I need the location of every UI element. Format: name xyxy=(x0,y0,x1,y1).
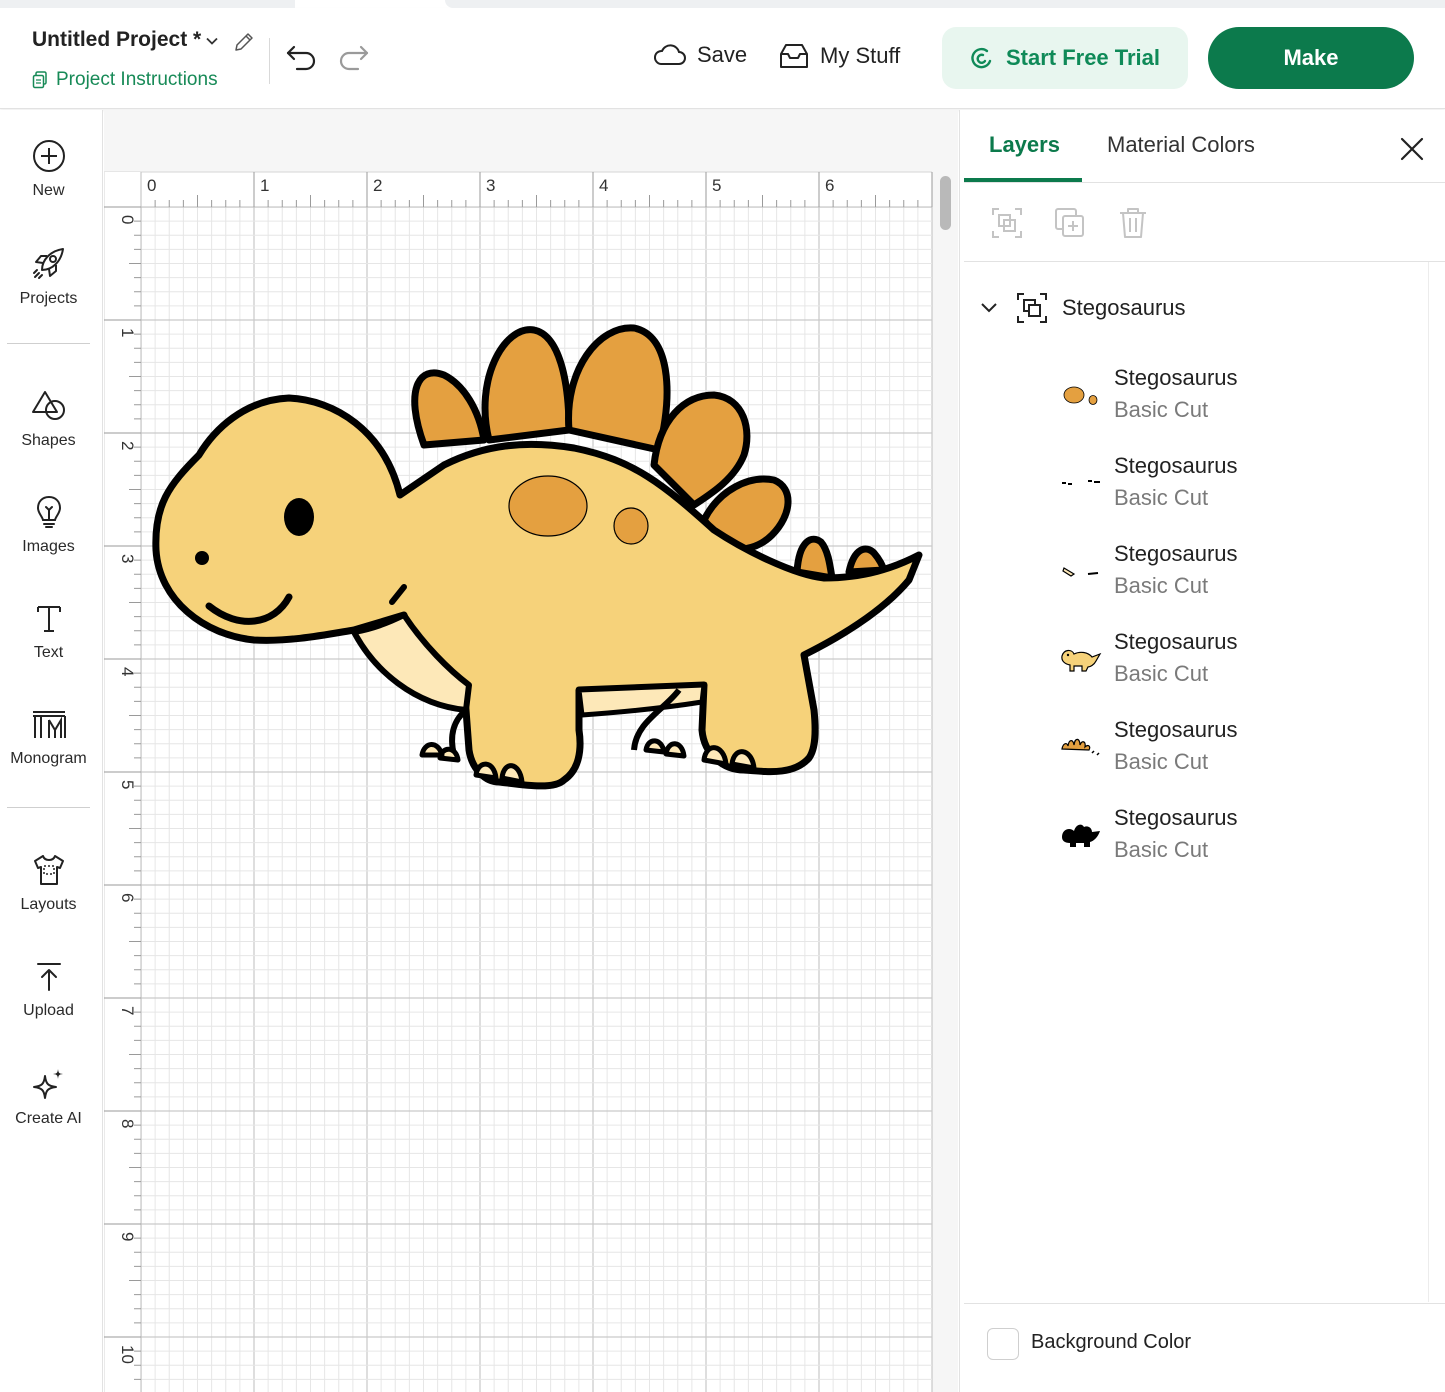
sidebar-item-label: Upload xyxy=(23,1002,74,1019)
canvas-vertical-scrollbar[interactable] xyxy=(940,176,951,230)
plus-circle-icon xyxy=(32,140,65,172)
sidebar-item-label: Layouts xyxy=(20,896,77,913)
trash-icon[interactable] xyxy=(1116,206,1150,240)
tshirt-icon xyxy=(33,855,64,885)
tab-layers[interactable]: Layers xyxy=(989,132,1060,158)
sidebar-item-projects[interactable]: Projects xyxy=(0,244,97,308)
my-stuff-button[interactable]: My Stuff xyxy=(778,42,900,70)
chevron-down-icon[interactable] xyxy=(204,33,220,49)
sidebar-item-new[interactable]: New xyxy=(0,138,97,200)
tabs-divider xyxy=(964,182,1445,183)
save-label: Save xyxy=(697,42,748,67)
background-color-label: Background Color xyxy=(1031,1331,1192,1353)
sparkle-icon xyxy=(32,1069,63,1099)
top-toolbar: Untitled Project * Project Instructions … xyxy=(0,8,1445,109)
project-instructions-link[interactable]: Project Instructions xyxy=(32,69,218,91)
redo-icon[interactable] xyxy=(336,41,370,71)
stegosaurus-artwork[interactable] xyxy=(104,110,958,1392)
duplicate-icon[interactable] xyxy=(1053,206,1087,240)
rocket-icon xyxy=(32,248,64,279)
start-free-trial-button[interactable]: Start Free Trial xyxy=(942,27,1188,89)
make-button[interactable]: Make xyxy=(1208,27,1414,89)
save-button[interactable]: Save xyxy=(653,42,747,68)
sidebar-divider xyxy=(7,807,90,808)
document-copy-icon xyxy=(32,71,47,89)
cloud-icon xyxy=(654,44,686,65)
sidebar-item-label: Projects xyxy=(19,290,78,307)
layers-panel: Layers Material Colors Stegosaurus Stego… xyxy=(959,110,1445,1392)
sidebar-item-create-ai[interactable]: Create AI xyxy=(0,1066,97,1128)
layer-operation: Basic Cut xyxy=(1114,485,1209,510)
sidebar-item-upload[interactable]: Upload xyxy=(0,960,97,1020)
background-color-swatch[interactable] xyxy=(987,1328,1019,1360)
left-sidebar: New Projects Shapes Images Text Monogram… xyxy=(0,110,103,1392)
layer-operation: Basic Cut xyxy=(1114,573,1209,598)
group-icon xyxy=(1017,293,1047,323)
sidebar-divider xyxy=(7,343,90,344)
layer-name: Stegosaurus xyxy=(1114,805,1238,830)
layer-name: Stegosaurus xyxy=(1114,453,1238,478)
sidebar-item-label: Create AI xyxy=(15,1110,82,1127)
chevron-down-icon[interactable] xyxy=(978,297,1000,319)
layer-name: Stegosaurus xyxy=(1114,365,1238,390)
dino-body[interactable] xyxy=(152,394,923,790)
shapes-icon xyxy=(31,391,65,420)
sidebar-item-label: Text xyxy=(33,644,64,661)
browser-tab-bar xyxy=(445,0,1445,8)
layer-group-row[interactable]: Stegosaurus xyxy=(978,290,1186,326)
layer-item[interactable]: Stegosaurus Basic Cut xyxy=(1060,803,1420,869)
layer-item[interactable]: Stegosaurus Basic Cut xyxy=(1060,451,1420,517)
layer-item[interactable]: Stegosaurus Basic Cut xyxy=(1060,363,1420,429)
layer-item[interactable]: Stegosaurus Basic Cut xyxy=(1060,627,1420,693)
tab-material-colors[interactable]: Material Colors xyxy=(1107,132,1255,158)
layer-operation: Basic Cut xyxy=(1114,837,1209,862)
browser-tab-strip xyxy=(0,0,1445,8)
layer-thumbnail xyxy=(1063,386,1098,405)
undo-icon[interactable] xyxy=(285,41,319,71)
panel-scrollbar-track[interactable] xyxy=(1428,262,1429,1302)
layer-name: Stegosaurus xyxy=(1114,717,1238,742)
layer-name: Stegosaurus xyxy=(1114,541,1238,566)
monogram-icon xyxy=(32,711,66,738)
design-canvas[interactable]: 0123456 0 1 2 3 4 5 6 7 8 9 10 xyxy=(104,110,958,1392)
sidebar-item-monogram[interactable]: Monogram xyxy=(0,708,97,768)
layer-operation: Basic Cut xyxy=(1114,749,1209,774)
sidebar-item-label: Monogram xyxy=(10,750,87,767)
project-instructions-label: Project Instructions xyxy=(56,69,218,90)
layer-thumbnail xyxy=(1062,480,1100,485)
toolbar-divider xyxy=(269,38,270,84)
layer-item[interactable]: Stegosaurus Basic Cut xyxy=(1060,539,1420,605)
layer-name: Stegosaurus xyxy=(1114,629,1238,654)
group-icon[interactable] xyxy=(990,206,1024,240)
close-icon[interactable] xyxy=(1399,136,1425,162)
layer-thumbnail xyxy=(1061,738,1100,756)
pencil-icon[interactable] xyxy=(232,30,256,54)
lightbulb-icon xyxy=(36,495,61,528)
layer-operation: Basic Cut xyxy=(1114,397,1209,422)
layer-group-name: Stegosaurus xyxy=(1062,295,1186,320)
sidebar-item-images[interactable]: Images xyxy=(0,494,97,556)
inbox-icon xyxy=(780,44,808,68)
sidebar-item-label: New xyxy=(32,182,65,199)
sidebar-item-shapes[interactable]: Shapes xyxy=(0,388,97,450)
layer-item[interactable]: Stegosaurus Basic Cut xyxy=(1060,715,1420,781)
sidebar-item-layouts[interactable]: Layouts xyxy=(0,852,97,914)
tools-divider xyxy=(964,261,1445,262)
layer-thumbnail xyxy=(1062,567,1099,577)
upload-icon xyxy=(36,963,61,991)
my-stuff-label: My Stuff xyxy=(820,43,901,68)
sidebar-item-label: Shapes xyxy=(21,432,76,449)
start-free-trial-label: Start Free Trial xyxy=(1005,45,1161,70)
sidebar-item-label: Images xyxy=(22,538,75,555)
project-title[interactable]: Untitled Project * xyxy=(32,28,201,52)
layer-thumbnail xyxy=(1062,824,1100,847)
browser-tab[interactable] xyxy=(0,0,295,8)
panel-bottom-divider xyxy=(964,1303,1445,1304)
sidebar-item-text[interactable]: Text xyxy=(0,602,97,662)
layer-operation: Basic Cut xyxy=(1114,661,1209,686)
layer-thumbnail xyxy=(1061,649,1102,672)
text-icon xyxy=(36,606,61,632)
cricut-logo-icon xyxy=(971,47,992,69)
